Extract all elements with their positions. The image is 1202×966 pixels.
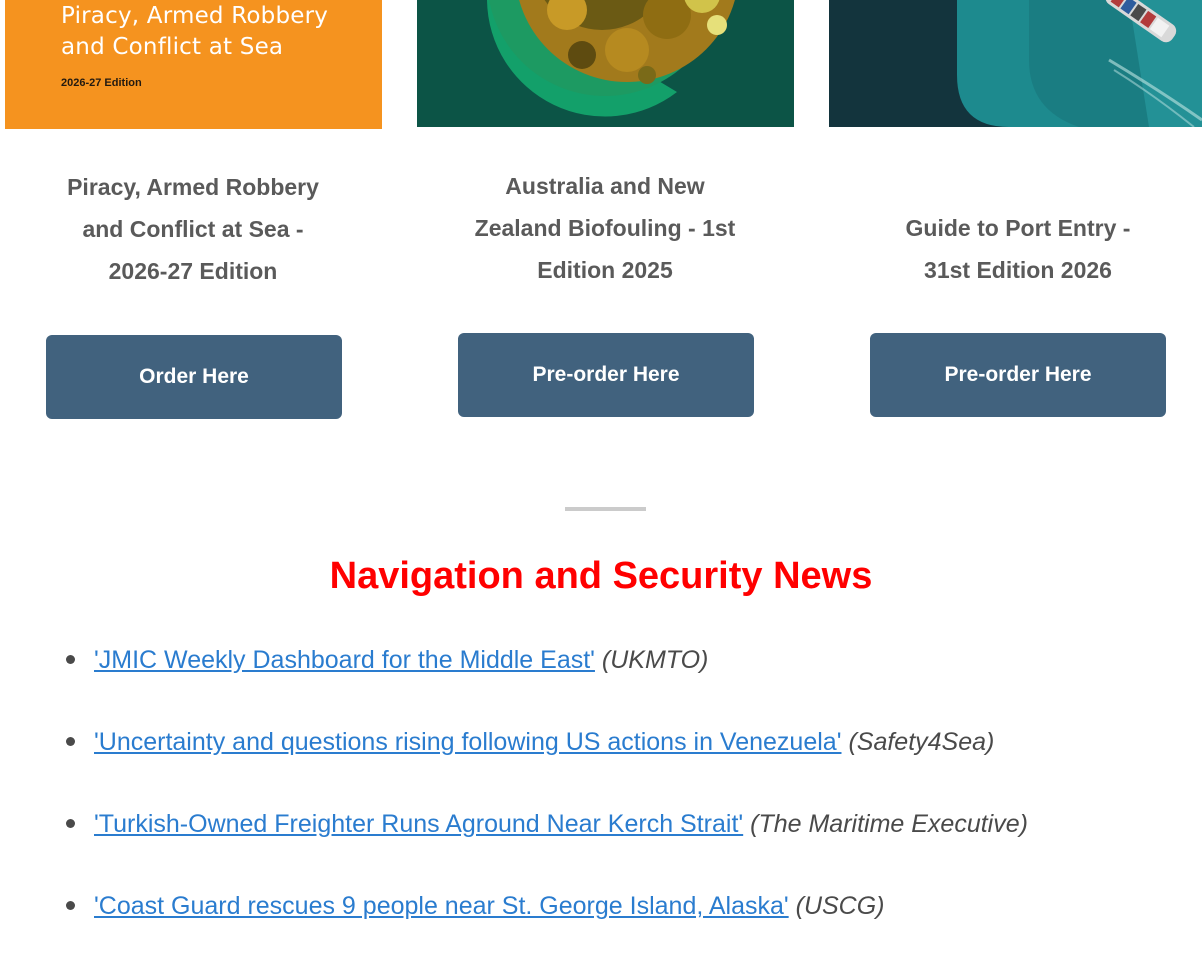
- port-entry-book-cover-image[interactable]: [829, 0, 1202, 127]
- news-link[interactable]: 'Coast Guard rescues 9 people near St. G…: [94, 892, 789, 920]
- preorder-biofouling-button[interactable]: Pre-order Here: [458, 333, 754, 417]
- news-section-heading: Navigation and Security News: [329, 555, 873, 597]
- news-link[interactable]: 'JMIC Weekly Dashboard for the Middle Ea…: [94, 646, 595, 674]
- book-title-line: Australia and New: [505, 173, 705, 199]
- news-item: 'JMIC Weekly Dashboard for the Middle Ea…: [58, 638, 1028, 720]
- news-item: 'Coast Guard rescues 9 people near St. G…: [58, 884, 1028, 966]
- book-title-line: Zealand Biofouling - 1st: [474, 215, 736, 241]
- news-list: 'JMIC Weekly Dashboard for the Middle Ea…: [58, 638, 1028, 966]
- book-title-line: Edition 2025: [537, 257, 673, 283]
- book-title-line: 31st Edition 2026: [924, 257, 1112, 283]
- piracy-book-cover-image[interactable]: Piracy, Armed Robbery and Conflict at Se…: [5, 0, 382, 129]
- bullet-icon: [66, 819, 75, 828]
- bullet-icon: [66, 655, 75, 664]
- biofouling-book-cover-image[interactable]: [417, 0, 794, 127]
- news-source: (The Maritime Executive): [750, 810, 1028, 838]
- book-title-biofouling: Australia and New Zealand Biofouling - 1…: [455, 165, 755, 291]
- news-link[interactable]: 'Uncertainty and questions rising follow…: [94, 728, 841, 756]
- news-source: (USCG): [795, 892, 885, 920]
- news-source: (Safety4Sea): [848, 728, 995, 756]
- news-link[interactable]: 'Turkish-Owned Freighter Runs Aground Ne…: [94, 810, 743, 838]
- book-title-line: Piracy, Armed Robbery: [67, 174, 319, 200]
- biofouling-cover-art: [417, 0, 794, 127]
- bullet-icon: [66, 901, 75, 910]
- book-title-line: and Conflict at Sea -: [82, 216, 304, 242]
- port-entry-cover-art: [829, 0, 1202, 127]
- news-item: 'Turkish-Owned Freighter Runs Aground Ne…: [58, 802, 1028, 884]
- book-title-line: Guide to Port Entry -: [905, 215, 1131, 241]
- preorder-port-entry-button[interactable]: Pre-order Here: [870, 333, 1166, 417]
- book-title-piracy: Piracy, Armed Robbery and Conflict at Se…: [43, 166, 343, 292]
- book-title-line: 2026-27 Edition: [108, 258, 278, 284]
- bullet-icon: [66, 737, 75, 746]
- news-source: (UKMTO): [601, 646, 709, 674]
- order-here-button[interactable]: Order Here: [46, 335, 342, 419]
- cover-title-line-2: and Conflict at Sea: [61, 34, 284, 60]
- section-divider: [565, 507, 646, 511]
- cover-title-line-1: Piracy, Armed Robbery: [61, 3, 329, 29]
- cover-edition-label: 2026-27 Edition: [61, 77, 142, 89]
- book-title-port-entry: Guide to Port Entry - 31st Edition 2026: [868, 207, 1168, 291]
- news-item: 'Uncertainty and questions rising follow…: [58, 720, 1028, 802]
